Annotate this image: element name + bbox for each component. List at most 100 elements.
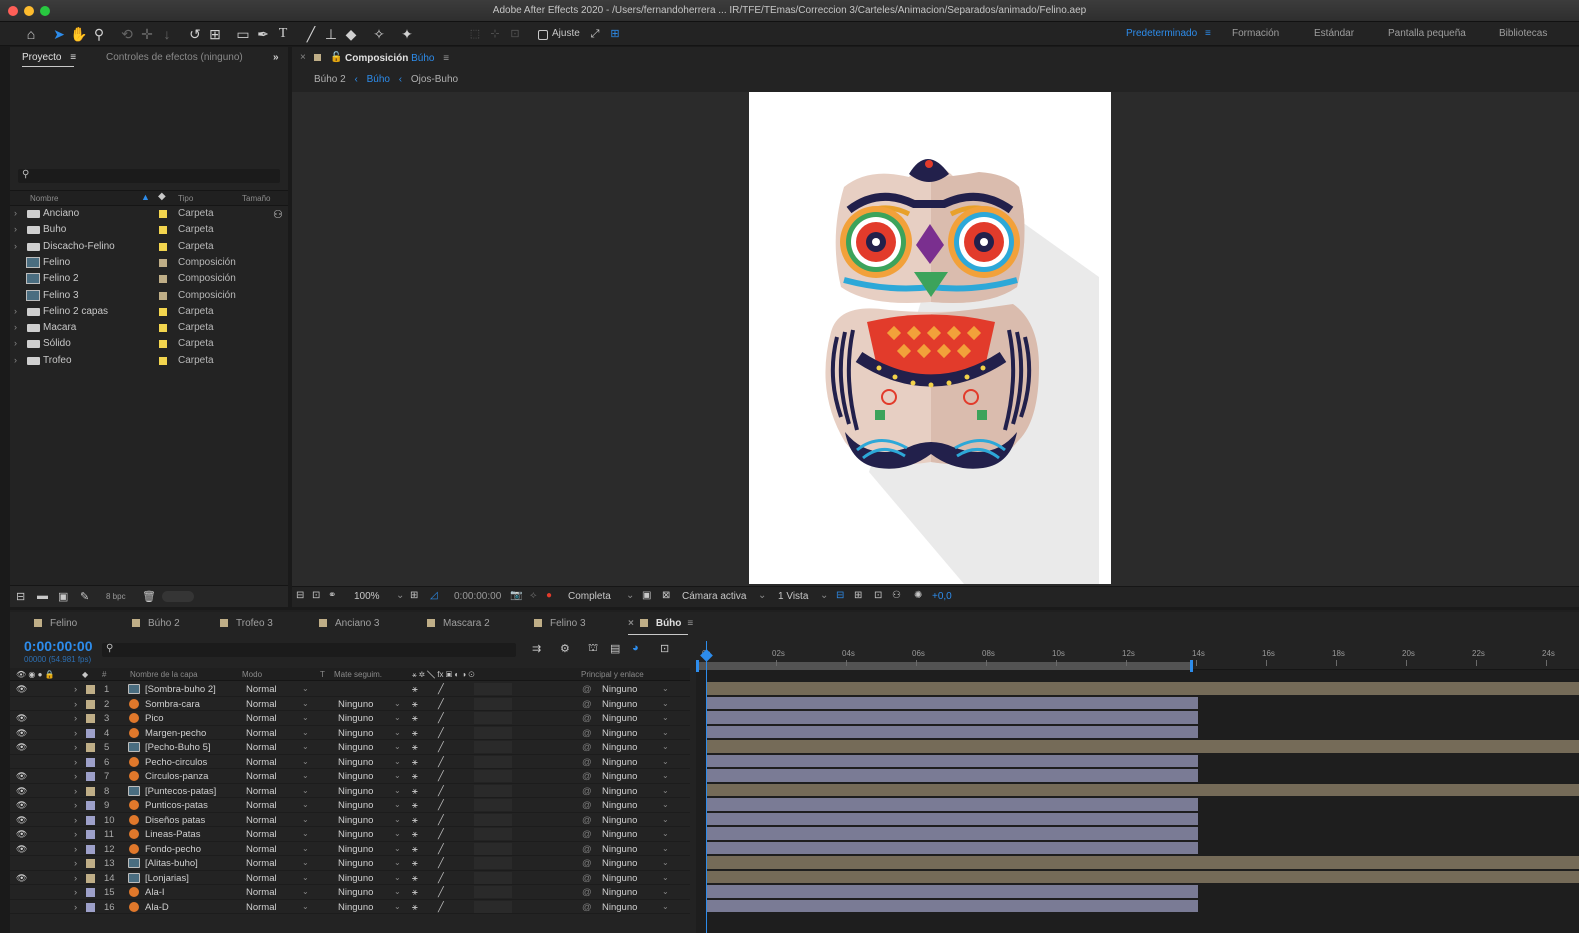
chevron-down-icon[interactable]: ⌄	[302, 699, 309, 708]
eye-icon[interactable]: 👁	[16, 844, 27, 855]
pan-behind-tool-icon[interactable]: ⊞	[206, 25, 224, 43]
layer-name[interactable]: Lineas-Patas	[145, 829, 200, 840]
layer-label-swatch[interactable]	[86, 859, 95, 868]
label-swatch[interactable]	[159, 291, 167, 300]
switch-boxes[interactable]	[474, 784, 512, 797]
draft-3d-icon[interactable]: ⚙	[560, 642, 570, 655]
work-area-start-handle[interactable]	[696, 660, 699, 672]
switch-boxes[interactable]	[474, 900, 512, 913]
layer-name[interactable]: [Alitas-buho]	[145, 858, 198, 869]
shy-switch-icon[interactable]: ⚹	[412, 815, 418, 826]
pick-whip-icon[interactable]: @	[582, 829, 592, 840]
track-matte-dropdown[interactable]: Ninguno	[338, 742, 373, 753]
quality-switch-icon[interactable]: ╱	[438, 699, 444, 710]
chevron-down-icon[interactable]: ⌄	[394, 742, 401, 751]
layer-duration-bar[interactable]	[706, 682, 1579, 695]
chevron-right-icon[interactable]: ›	[74, 786, 77, 797]
toggle-pixel-aspect-icon[interactable]: ⊟	[836, 590, 844, 601]
blend-mode-dropdown[interactable]: Normal	[246, 771, 277, 782]
channel-icon[interactable]: ●	[546, 590, 552, 601]
home-icon[interactable]: ⌂	[22, 25, 40, 43]
layer-row[interactable]: 👁 › 7 Circulos-panza Normal ⌄ Ninguno ⌄ ⚹ ╱ @ Ningu…	[10, 769, 690, 784]
chevron-down-icon[interactable]: ⌄	[302, 873, 309, 882]
switch-boxes[interactable]	[474, 886, 512, 898]
chevron-down-icon[interactable]: ⌄	[662, 858, 669, 867]
pick-whip-icon[interactable]: @	[582, 684, 592, 695]
layer-label-swatch[interactable]	[86, 902, 95, 912]
switch-boxes[interactable]	[474, 770, 512, 782]
label-column-icon[interactable]: ◆	[158, 191, 166, 202]
parent-dropdown[interactable]: Ninguno	[602, 742, 637, 753]
chevron-down-icon[interactable]: ⌄	[302, 858, 309, 867]
switch-boxes[interactable]	[474, 871, 512, 884]
layer-label-swatch[interactable]	[86, 830, 95, 839]
pick-whip-icon[interactable]: @	[582, 713, 592, 724]
chevron-down-icon[interactable]: ⌄	[302, 684, 309, 693]
project-item[interactable]: Felino 3 Composición	[10, 288, 288, 304]
layer-label-swatch[interactable]	[86, 714, 95, 723]
zoom-tool-icon[interactable]: ⚲	[90, 25, 108, 43]
eye-icon[interactable]: 👁	[16, 786, 27, 797]
chevron-down-icon[interactable]: ⌄	[394, 800, 401, 809]
switch-boxes[interactable]	[474, 842, 512, 855]
blend-mode-dropdown[interactable]: Normal	[246, 887, 277, 898]
chevron-down-icon[interactable]: ⌄	[394, 887, 401, 896]
type-tool-icon[interactable]: T	[274, 25, 292, 43]
chevron-down-icon[interactable]: ⌄	[662, 815, 669, 824]
quality-switch-icon[interactable]: ╱	[438, 858, 444, 869]
pick-whip-icon[interactable]: @	[582, 786, 592, 797]
label-swatch[interactable]	[159, 258, 167, 267]
chevron-down-icon[interactable]: ⌄	[302, 887, 309, 896]
shy-switch-icon[interactable]: ⚹	[412, 800, 418, 811]
exposure-icon[interactable]: ✺	[914, 590, 922, 601]
layer-duration-bar[interactable]	[706, 812, 1198, 825]
blend-mode-dropdown[interactable]: Normal	[246, 858, 277, 869]
switch-boxes[interactable]	[474, 828, 512, 840]
layer-duration-bar[interactable]	[706, 827, 1198, 840]
track-matte-dropdown[interactable]: Ninguno	[338, 858, 373, 869]
column-hash[interactable]: #	[102, 670, 106, 679]
shy-switch-icon[interactable]: ⚹	[412, 699, 418, 710]
layer-duration-bar[interactable]	[706, 798, 1198, 811]
track-matte-dropdown[interactable]: Ninguno	[338, 728, 373, 739]
layer-duration-bar[interactable]	[706, 725, 1198, 738]
chevron-down-icon[interactable]: ⌄	[662, 902, 669, 911]
lock-icon[interactable]: 🔓	[330, 52, 342, 63]
project-item[interactable]: › Macara Carpeta	[10, 320, 288, 336]
eye-icon[interactable]: 👁	[16, 728, 27, 739]
label-swatch[interactable]	[159, 242, 167, 251]
layer-duration-bar[interactable]	[706, 769, 1198, 782]
shy-layers-icon[interactable]: ⛫	[588, 642, 598, 656]
track-matte-dropdown[interactable]: Ninguno	[338, 815, 373, 826]
track-matte-dropdown[interactable]: Ninguno	[338, 771, 373, 782]
switch-boxes[interactable]	[474, 683, 512, 695]
exposure-value[interactable]: +0,0	[932, 591, 952, 602]
blend-mode-dropdown[interactable]: Normal	[246, 742, 277, 753]
chevron-down-icon[interactable]: ⌄	[662, 786, 669, 795]
interpret-footage-icon[interactable]: ⊟	[16, 590, 25, 603]
chevron-right-icon[interactable]: ›	[74, 887, 77, 898]
layer-name[interactable]: Circulos-panza	[145, 771, 208, 782]
timeline-search-input[interactable]: ⚲	[102, 643, 516, 657]
chevron-down-icon[interactable]: ⌄	[662, 699, 669, 708]
quality-switch-icon[interactable]: ╱	[438, 815, 444, 826]
layer-duration-bar[interactable]	[706, 754, 1198, 767]
shy-switch-icon[interactable]: ⚹	[412, 873, 418, 884]
parent-dropdown[interactable]: Ninguno	[602, 873, 637, 884]
chevron-down-icon[interactable]: ⌄	[662, 800, 669, 809]
project-item[interactable]: › Buho Carpeta	[10, 222, 288, 238]
timeline-current-time[interactable]: 0:00:00:00	[24, 638, 93, 654]
snapshot-icon[interactable]: 📷	[510, 590, 522, 601]
switch-boxes[interactable]	[474, 741, 512, 753]
chevron-down-icon[interactable]: ⌄	[302, 728, 309, 737]
shy-switch-icon[interactable]: ⚹	[412, 858, 418, 869]
shy-switch-icon[interactable]: ⚹	[412, 887, 418, 898]
chevron-down-icon[interactable]: ⌄	[820, 590, 828, 601]
chevron-down-icon[interactable]: ⌄	[394, 757, 401, 766]
work-area-bar[interactable]	[698, 662, 1191, 670]
chevron-right-icon[interactable]: ›	[74, 815, 77, 826]
layer-label-swatch[interactable]	[86, 873, 95, 883]
chevron-right-icon[interactable]: ›	[14, 208, 17, 218]
comp-mini-flowchart-icon[interactable]: ⇉	[532, 642, 541, 655]
snap-options-icon[interactable]: ⤢	[586, 25, 604, 43]
